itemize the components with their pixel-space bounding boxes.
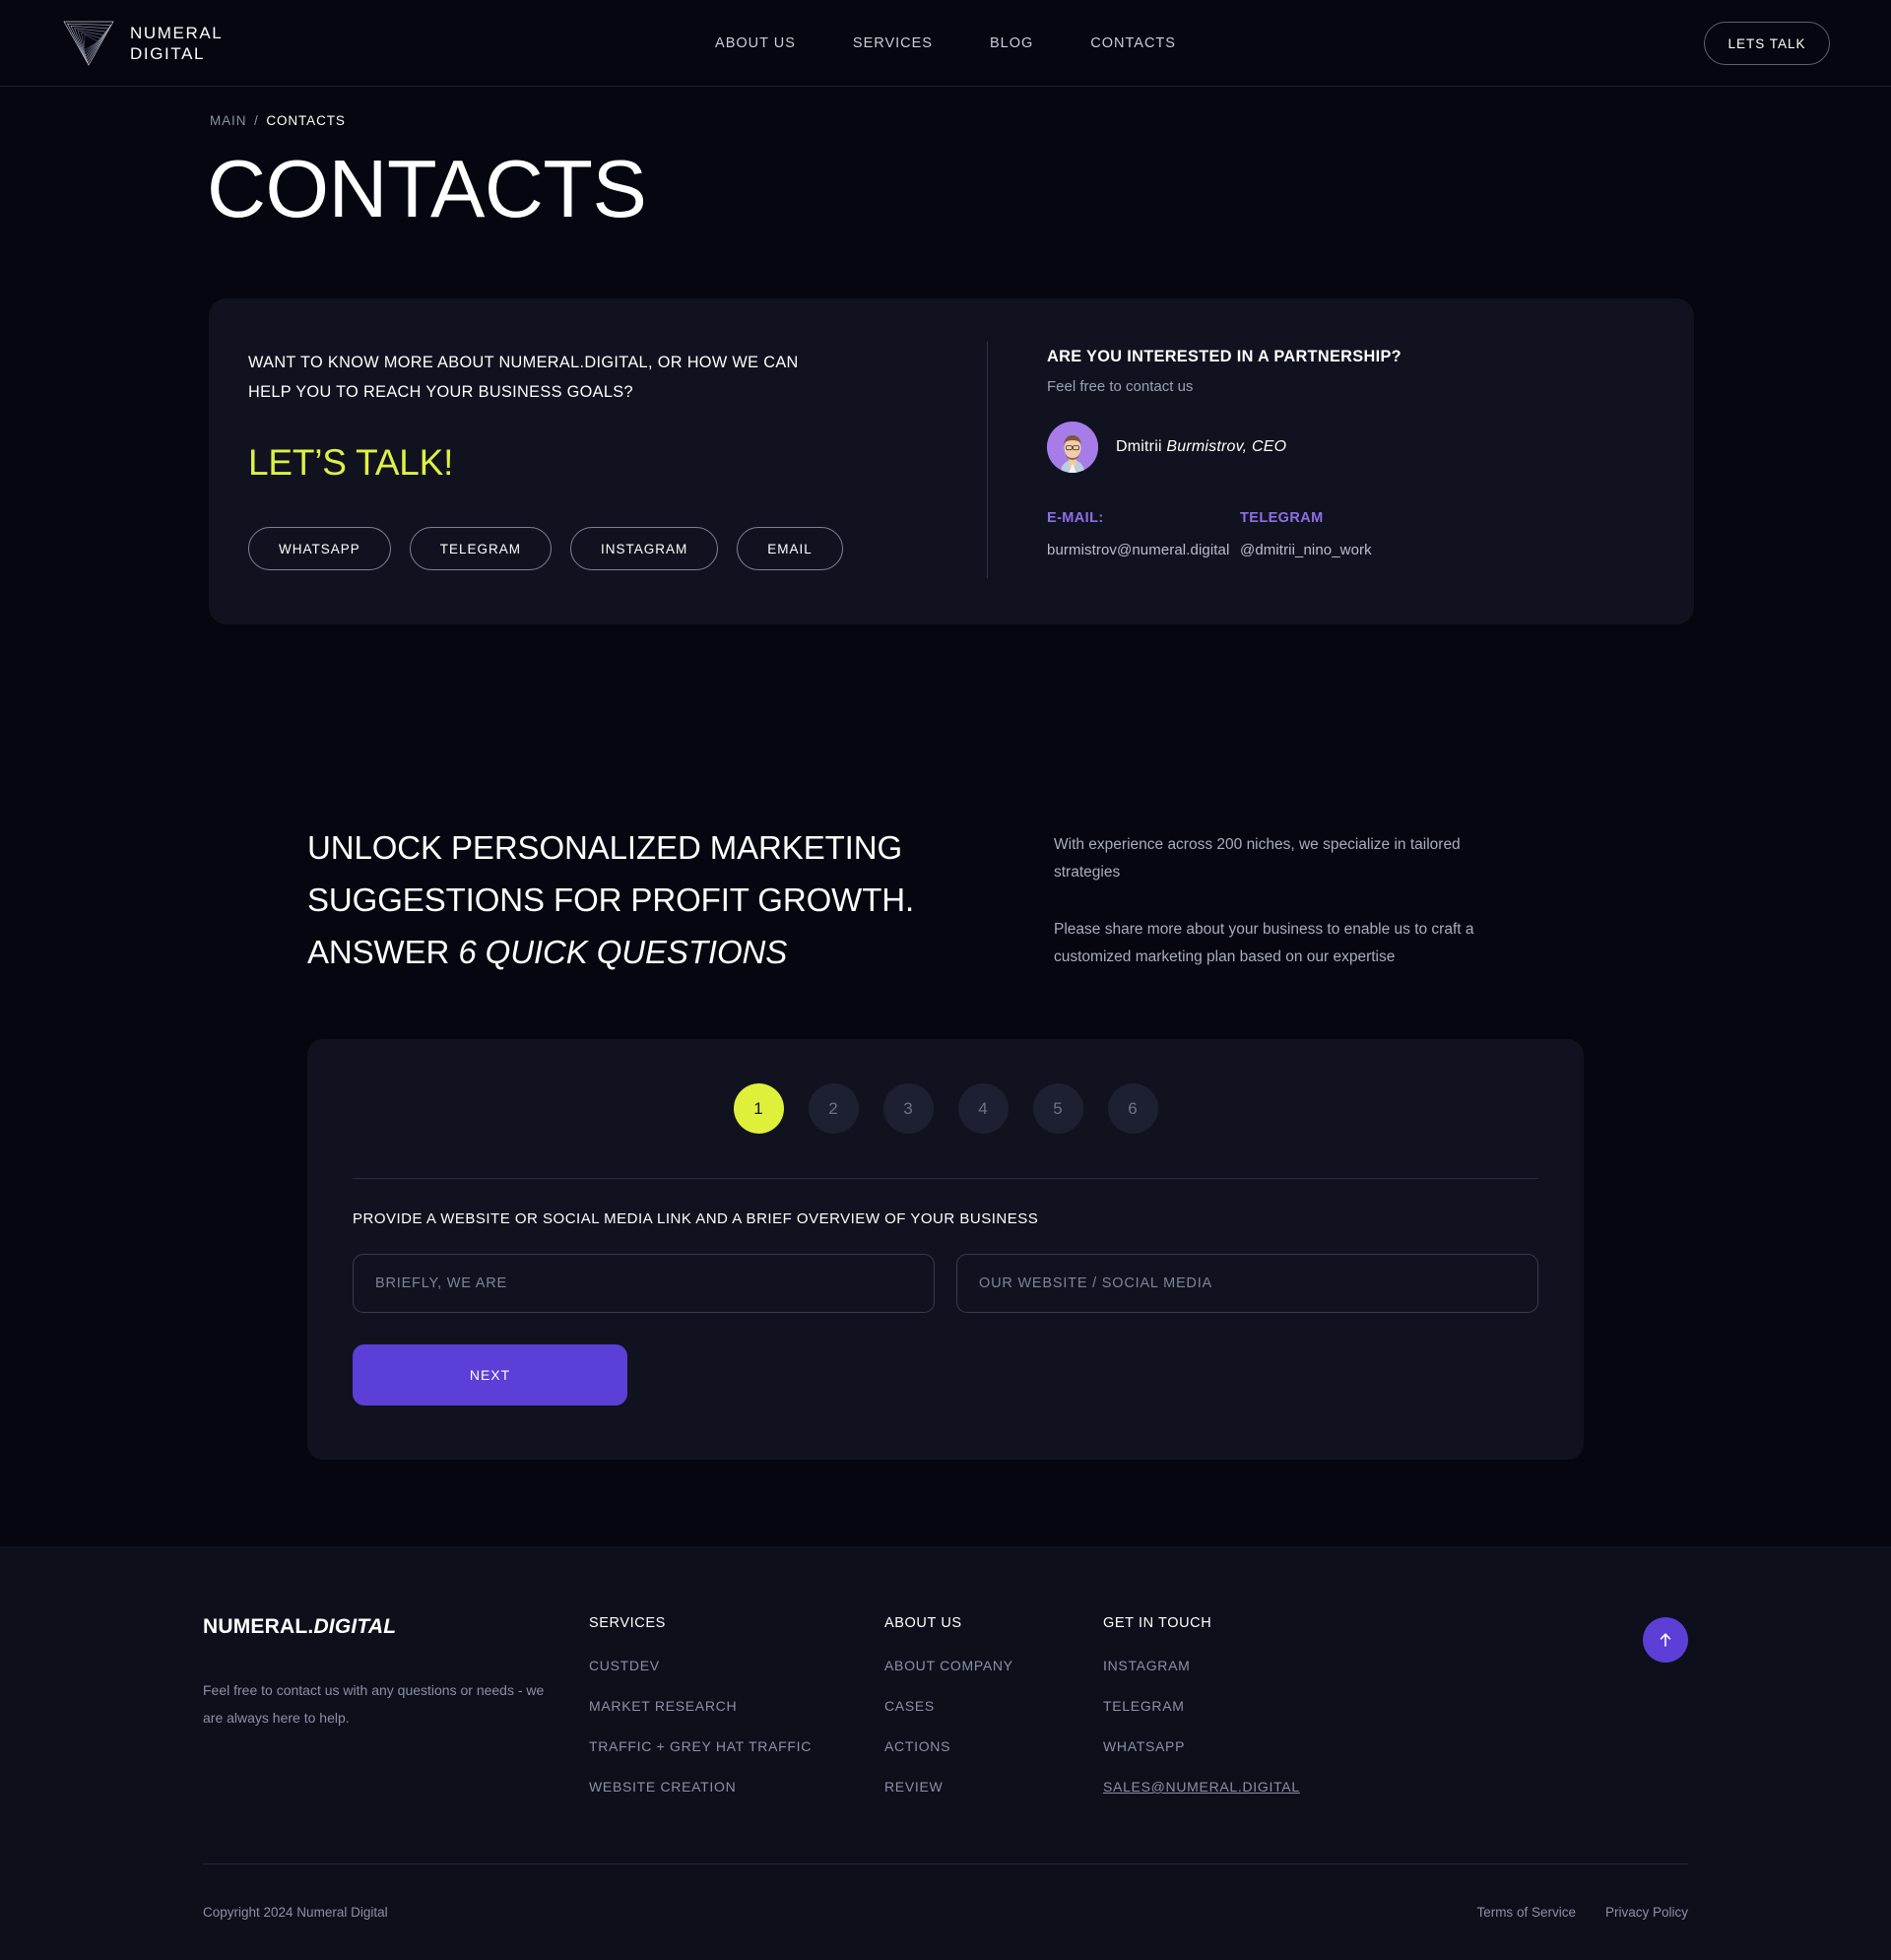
telegram-value[interactable]: @dmitrii_nino_work <box>1240 542 1433 558</box>
quiz-step-2[interactable]: 2 <box>808 1083 859 1134</box>
person-row: Dmitrii Burmistrov, CEO <box>1047 422 1655 473</box>
form-divider <box>353 1178 1538 1179</box>
quiz-headline-line-2: SUGGESTIONS FOR PROFIT GROWTH. <box>307 882 915 918</box>
footer-column-title-services: SERVICES <box>589 1615 666 1631</box>
footer-link-telegram[interactable]: TELEGRAM <box>1103 1698 1399 1714</box>
numeral-triangle-vortex-logo-icon <box>63 21 114 66</box>
social-button-whatsapp[interactable]: WHATSAPP <box>248 527 391 570</box>
footer-column-services: SERVICES CUSTDEV MARKET RESEARCH TRAFFIC… <box>589 1615 884 1795</box>
contact-card: WANT TO KNOW MORE ABOUT NUMERAL.DIGITAL,… <box>209 298 1694 624</box>
site-logo[interactable]: NUMERAL DIGITAL <box>61 19 223 68</box>
arrow-up-icon <box>1660 1633 1671 1647</box>
email-label: E-MAIL: <box>1047 510 1104 526</box>
person-role: Burmistrov, CEO <box>1166 438 1287 455</box>
quiz-description-p1: With experience across 200 niches, we sp… <box>1054 836 1461 881</box>
footer-column-title-get-in-touch: GET IN TOUCH <box>1103 1615 1212 1631</box>
email-value[interactable]: burmistrov@numeral.digital <box>1047 542 1240 558</box>
footer-column-title-about-us: ABOUT US <box>884 1615 962 1631</box>
scroll-to-top-button[interactable] <box>1643 1617 1688 1663</box>
main-nav: ABOUT US SERVICES BLOG CONTACTS <box>715 35 1176 51</box>
social-button-telegram[interactable]: TELEGRAM <box>409 527 553 570</box>
quiz-next-button[interactable]: NEXT <box>353 1344 627 1405</box>
quiz-headline-emphasis: 6 QUICK QUESTIONS <box>458 934 788 970</box>
quiz-intro-section: UNLOCK PERSONALIZED MARKETING SUGGESTION… <box>0 821 1891 978</box>
contact-card-right: ARE YOU INTERESTED IN A PARTNERSHIP? Fee… <box>988 348 1694 570</box>
quiz-steps: 1 2 3 4 5 6 <box>353 1083 1538 1134</box>
quiz-description: With experience across 200 niches, we sp… <box>1054 821 1477 978</box>
breadcrumb-current: CONTACTS <box>266 113 346 128</box>
footer-link-whatsapp[interactable]: WHATSAPP <box>1103 1738 1399 1754</box>
quiz-headline-line-1: UNLOCK PERSONALIZED MARKETING <box>307 829 903 866</box>
email-block: E-MAIL: burmistrov@numeral.digital <box>1047 510 1240 558</box>
breadcrumb: MAIN / CONTACTS <box>210 113 1891 128</box>
contact-meta: E-MAIL: burmistrov@numeral.digital TELEG… <box>1047 510 1655 558</box>
contact-card-left: WANT TO KNOW MORE ABOUT NUMERAL.DIGITAL,… <box>209 348 987 570</box>
footer-brand: NUMERAL.DIGITAL Feel free to contact us … <box>203 1615 589 1795</box>
footer-logo: NUMERAL.DIGITAL <box>203 1615 589 1639</box>
footer-link-instagram[interactable]: INSTAGRAM <box>1103 1658 1399 1673</box>
quiz-question: PROVIDE A WEBSITE OR SOCIAL MEDIA LINK A… <box>353 1210 1039 1227</box>
social-buttons-row: WHATSAPP TELEGRAM INSTAGRAM EMAIL <box>248 527 947 570</box>
social-button-instagram[interactable]: INSTAGRAM <box>570 527 719 570</box>
site-logo-text: NUMERAL DIGITAL <box>130 23 224 63</box>
header-lets-talk-button[interactable]: LETS TALK <box>1704 22 1830 65</box>
person-first-name: Dmitrii <box>1116 438 1162 455</box>
nav-item-blog[interactable]: BLOG <box>990 35 1033 51</box>
quiz-step-3[interactable]: 3 <box>882 1083 934 1134</box>
contact-headline: WANT TO KNOW MORE ABOUT NUMERAL.DIGITAL,… <box>248 354 799 401</box>
footer-logo-plain: NUMERAL. <box>203 1615 314 1638</box>
footer-brand-description: Feel free to contact us with any questio… <box>203 1682 545 1726</box>
telegram-label: TELEGRAM <box>1240 510 1324 526</box>
nav-item-contacts[interactable]: CONTACTS <box>1090 35 1176 51</box>
telegram-block: TELEGRAM @dmitrii_nino_work <box>1240 510 1433 558</box>
privacy-policy-link[interactable]: Privacy Policy <box>1605 1905 1688 1920</box>
partnership-title: ARE YOU INTERESTED IN A PARTNERSHIP? <box>1047 348 1402 365</box>
footer-column-get-in-touch: GET IN TOUCH INSTAGRAM TELEGRAM WHATSAPP… <box>1103 1615 1399 1795</box>
website-social-input[interactable] <box>956 1254 1538 1313</box>
copyright-text: Copyright 2024 Numeral Digital <box>203 1905 388 1920</box>
footer-logo-italic: DIGITAL <box>313 1615 397 1638</box>
footer-link-traffic[interactable]: TRAFFIC + GREY HAT TRAFFIC <box>589 1738 884 1754</box>
footer-link-review[interactable]: REVIEW <box>884 1779 1103 1795</box>
footer-link-sales-email[interactable]: SALES@NUMERAL.DIGITAL <box>1103 1779 1399 1795</box>
contacts-page: NUMERAL DIGITAL ABOUT US SERVICES BLOG C… <box>0 0 1891 1960</box>
partnership-subtitle: Feel free to contact us <box>1047 378 1194 395</box>
footer-link-market-research[interactable]: MARKET RESEARCH <box>589 1698 884 1714</box>
footer-link-website-creation[interactable]: WEBSITE CREATION <box>589 1779 884 1795</box>
quiz-step-4[interactable]: 4 <box>957 1083 1009 1134</box>
quiz-form-card: 1 2 3 4 5 6 PROVIDE A WEBSITE OR SOCIAL … <box>307 1039 1584 1460</box>
footer-link-custdev[interactable]: CUSTDEV <box>589 1658 884 1673</box>
footer-column-about-us: ABOUT US ABOUT COMPANY CASES ACTIONS REV… <box>884 1615 1103 1795</box>
quiz-step-6[interactable]: 6 <box>1107 1083 1158 1134</box>
footer-link-cases[interactable]: CASES <box>884 1698 1103 1714</box>
quiz-inputs-row <box>353 1254 1538 1313</box>
lets-talk-heading: LET’S TALK! <box>248 442 454 483</box>
quiz-step-5[interactable]: 5 <box>1032 1083 1083 1134</box>
quiz-headline-answer: ANSWER <box>307 934 459 970</box>
site-footer: NUMERAL.DIGITAL Feel free to contact us … <box>0 1546 1891 1960</box>
quiz-description-p2: Please share more about your business to… <box>1054 921 1474 965</box>
quiz-headline-line-3: ANSWER 6 QUICK QUESTIONS <box>307 926 957 978</box>
breadcrumb-main[interactable]: MAIN <box>210 113 246 128</box>
nav-item-services[interactable]: SERVICES <box>853 35 933 51</box>
terms-of-service-link[interactable]: Terms of Service <box>1476 1905 1576 1920</box>
nav-item-about-us[interactable]: ABOUT US <box>715 35 796 51</box>
footer-link-actions[interactable]: ACTIONS <box>884 1738 1103 1754</box>
copyright-bar: Copyright 2024 Numeral Digital Terms of … <box>203 1864 1688 1960</box>
footer-columns: NUMERAL.DIGITAL Feel free to contact us … <box>203 1615 1688 1795</box>
quiz-step-1[interactable]: 1 <box>733 1083 784 1134</box>
site-header: NUMERAL DIGITAL ABOUT US SERVICES BLOG C… <box>0 0 1891 87</box>
brief-description-input[interactable] <box>353 1254 935 1313</box>
avatar <box>1047 422 1098 473</box>
person-name: Dmitrii Burmistrov, CEO <box>1116 438 1286 456</box>
quiz-headline: UNLOCK PERSONALIZED MARKETING SUGGESTION… <box>307 821 957 978</box>
breadcrumb-separator: / <box>254 113 259 128</box>
legal-links: Terms of Service Privacy Policy <box>1476 1905 1688 1920</box>
footer-link-about-company[interactable]: ABOUT COMPANY <box>884 1658 1103 1673</box>
page-title: CONTACTS <box>207 143 647 234</box>
social-button-email[interactable]: EMAIL <box>737 527 843 570</box>
